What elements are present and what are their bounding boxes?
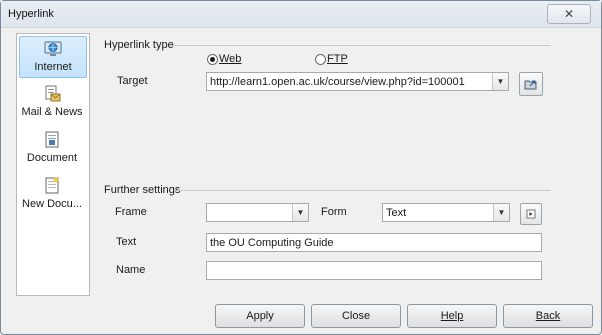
form-dropdown-button[interactable]: ▼ xyxy=(493,204,509,221)
name-label: Name xyxy=(116,264,146,276)
hyperlink-type-heading: Hyperlink type xyxy=(104,39,174,51)
sidebar-item-document[interactable]: Document xyxy=(19,128,85,168)
open-browser-button[interactable] xyxy=(519,72,543,96)
dialog-title: Hyperlink xyxy=(8,8,54,20)
ftp-radio-label[interactable]: FTP xyxy=(327,53,348,65)
back-button[interactable]: Back xyxy=(503,304,593,328)
sidebar-item-label: Internet xyxy=(34,61,72,73)
events-icon xyxy=(526,209,536,219)
text-label: Text xyxy=(116,236,137,248)
frame-dropdown-button[interactable]: ▼ xyxy=(292,204,308,221)
sidebar-item-internet[interactable]: Internet xyxy=(19,36,87,78)
target-dropdown-button[interactable]: ▼ xyxy=(492,73,508,90)
further-settings-heading: Further settings xyxy=(104,184,181,196)
form-value: Text xyxy=(386,207,407,219)
ftp-radio[interactable] xyxy=(315,54,326,65)
help-button[interactable]: Help xyxy=(407,304,497,328)
frame-combobox[interactable]: ▼ xyxy=(206,203,309,222)
group-divider xyxy=(175,190,551,191)
frame-label: Frame xyxy=(115,206,147,218)
globe-icon xyxy=(44,41,62,56)
web-radio[interactable] xyxy=(207,54,218,65)
web-radio-label[interactable]: Web xyxy=(219,53,241,65)
apply-button-label: Apply xyxy=(246,310,274,322)
form-combobox[interactable]: Text ▼ xyxy=(382,203,510,222)
sidebar-item-label: Mail & News xyxy=(21,106,83,118)
text-input-value: the OU Computing Guide xyxy=(210,237,334,249)
back-button-label: Back xyxy=(535,310,561,322)
name-input[interactable] xyxy=(206,261,542,280)
sidebar-item-mail-news[interactable]: Mail & News xyxy=(19,82,85,122)
chevron-down-icon: ▼ xyxy=(296,208,305,217)
events-button[interactable] xyxy=(520,203,542,225)
hyperlink-category-list: Internet Mail & News Document New Docu..… xyxy=(16,33,90,296)
hyperlink-dialog: Hyperlink ✕ Internet Mail & News Documen… xyxy=(0,0,602,335)
help-button-label: Help xyxy=(440,310,464,322)
close-button-label: Close xyxy=(341,310,371,322)
apply-button[interactable]: Apply xyxy=(215,304,305,328)
sidebar-item-new-document[interactable]: New Docu... xyxy=(19,174,85,214)
new-document-icon xyxy=(45,177,59,194)
sidebar-item-label: Document xyxy=(26,152,78,164)
target-url-combobox[interactable]: http://learn1.open.ac.uk/course/view.php… xyxy=(206,72,509,91)
target-label: Target xyxy=(117,75,148,87)
window-close-button[interactable]: ✕ xyxy=(547,4,591,24)
form-label: Form xyxy=(321,206,347,218)
chevron-down-icon: ▼ xyxy=(497,208,506,217)
chevron-down-icon: ▼ xyxy=(496,77,505,86)
close-button[interactable]: Close xyxy=(311,304,401,328)
sidebar-item-label: New Docu... xyxy=(22,198,82,210)
close-icon: ✕ xyxy=(563,7,575,21)
document-icon xyxy=(45,131,59,148)
browse-folder-icon xyxy=(524,80,537,90)
text-input[interactable]: the OU Computing Guide xyxy=(206,233,542,252)
target-url-value: http://learn1.open.ac.uk/course/view.php… xyxy=(210,76,465,88)
mail-icon xyxy=(45,85,61,102)
title-bar: Hyperlink ✕ xyxy=(1,1,601,28)
group-divider xyxy=(173,45,551,46)
